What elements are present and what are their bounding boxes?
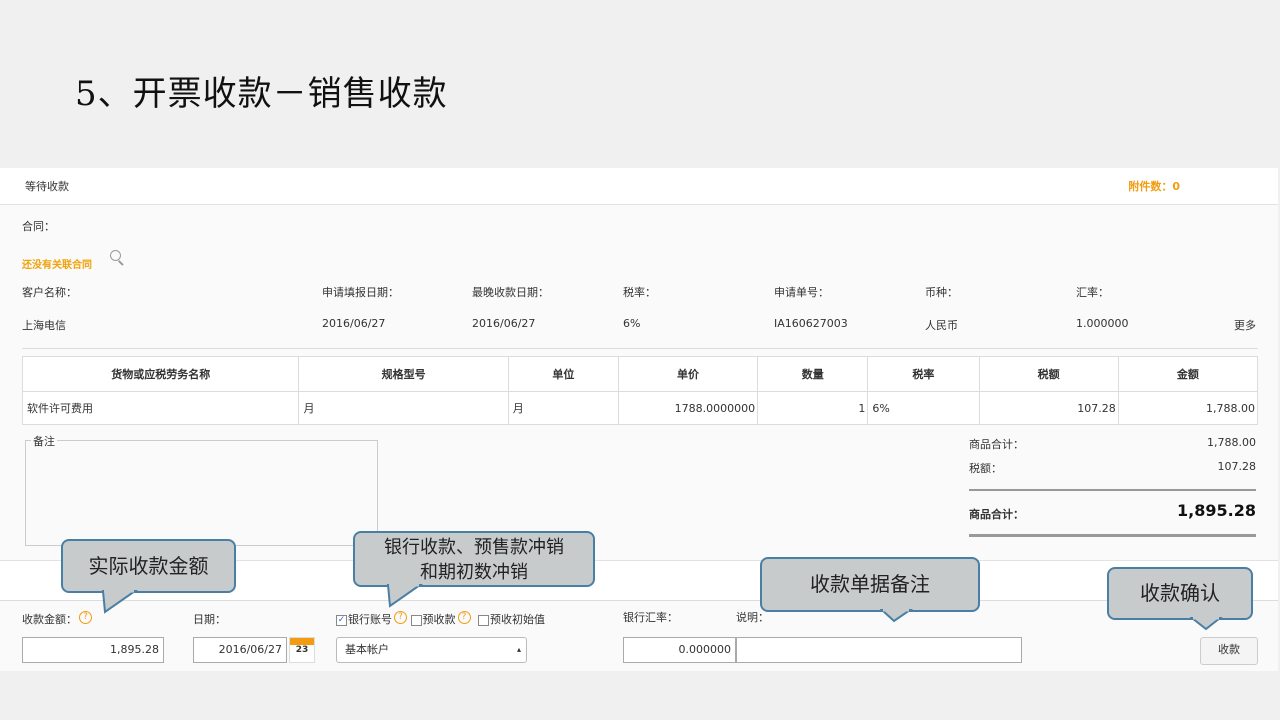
help-icon[interactable]: ? [457,611,471,624]
column-header: 单价 [617,356,759,392]
account-select-value: 基本帐户 [345,643,389,656]
checkbox-icon[interactable] [410,614,422,626]
info-value-tax-rate: 6% [623,317,641,330]
info-label-tax-rate: 税率： [623,286,656,299]
column-header: 规格型号 [298,356,509,392]
divider [22,348,1258,349]
callout-bank-line2: 和期初数冲销 [420,562,528,583]
info-value-apply-no: IA160627003 [774,317,848,330]
goods-total-value: 1,788.00 [1207,436,1256,449]
column-header: 货物或应税劳务名称 [21,356,300,392]
callout-memo-text: 收款单据备注 [810,572,930,596]
info-value-exchange: 1.000000 [1076,317,1129,330]
info-value-due-date: 2016/06/27 [472,317,536,330]
summary-divider [969,489,1256,491]
callout-pointer [880,609,914,623]
search-icon[interactable] [110,250,121,261]
column-header: 数量 [757,356,869,392]
callout-confirm-text: 收款确认 [1140,581,1220,605]
info-label-customer: 客户名称： [22,286,77,299]
note-input[interactable] [736,637,1022,663]
info-label-currency: 币种： [925,286,958,299]
payment-panel: 等待收款 附件数：0 合同： 还没有关联合同 客户名称： 申请填报日期： 最晚收… [0,168,1278,671]
callout-pointer [386,584,424,608]
cell-amount: 1,788.00 [1117,391,1259,425]
info-value-customer: 上海电信 [22,319,66,332]
attachment-count[interactable]: 附件数：0 [1128,178,1180,194]
contract-link[interactable]: 还没有关联合同 [22,256,92,271]
cell-tax-rate: 6% [867,391,980,425]
callout-pointer [1190,617,1223,631]
column-header: 金额 [1117,356,1259,392]
panel-header: 等待收款 附件数：0 [0,168,1278,205]
tax-total-label: 税额： [969,462,1002,475]
bank-rate-label: 银行汇率： [623,611,678,624]
cell-spec: 月 [298,391,509,425]
date-input[interactable]: 2016/06/27 [193,637,287,663]
contract-label: 合同： [22,220,55,233]
grand-total-label: 商品合计： [969,508,1024,521]
callout-bank-line1: 银行收款、预售款冲销 [384,537,564,558]
column-header: 单位 [507,356,619,392]
bank-account-option[interactable]: ✓ 银行账号? 预收款? 预收初始值 [336,611,545,627]
callout-memo: 收款单据备注 [760,557,980,612]
slide-title: 5、开票收款－销售收款 [75,74,448,114]
receive-button[interactable]: 收款 [1200,637,1258,665]
more-link[interactable]: 更多 [1234,317,1256,333]
callout-pointer [101,590,139,614]
info-label-apply-date: 申请填报日期： [322,286,399,299]
column-header: 税额 [978,356,1119,392]
calendar-icon[interactable]: 23 [289,637,315,663]
checkbox-checked-icon[interactable]: ✓ [336,614,347,626]
callout-amount: 实际收款金额 [61,539,236,593]
amount-input[interactable]: 1,895.28 [22,637,164,663]
info-label-exchange: 汇率： [1076,286,1109,299]
callout-amount-text: 实际收款金额 [88,554,209,578]
items-table: 货物或应税劳务名称 规格型号 单位 单价 数量 税率 税额 金额 软件许可费用 … [21,356,1259,425]
checkbox-icon[interactable] [478,614,489,626]
callout-confirm: 收款确认 [1107,567,1253,620]
memo-label: 备注 [31,433,57,449]
goods-total-label: 商品合计： [969,438,1024,451]
info-value-apply-date: 2016/06/27 [322,317,386,330]
summary-divider-bottom [969,534,1256,537]
status-label: 等待收款 [25,180,69,193]
account-select[interactable]: 基本帐户 ▴ [336,637,527,663]
callout-bank: 银行收款、预售款冲销 和期初数冲销 [353,531,595,587]
memo-box[interactable] [25,440,378,546]
initial-value-label: 预收初始值 [490,613,545,626]
cell-tax-amount: 107.28 [978,391,1119,425]
bank-account-label: 银行账号 [348,613,392,626]
table-row: 软件许可费用 月 月 1788.0000000 1 6% 107.28 1,78… [21,391,1259,425]
help-icon[interactable]: ? [79,611,92,624]
amount-label: 收款金额：? [22,611,92,627]
presale-label: 预收款 [422,613,456,626]
payment-form: 收款金额：? 1,895.28 日期： 2016/06/27 23 ✓ 银行账号?… [0,600,1278,671]
cell-item-name: 软件许可费用 [21,391,300,425]
amount-label-text: 收款金额： [22,613,77,626]
date-label: 日期： [193,613,226,626]
grand-total-value: 1,895.28 [1177,501,1256,520]
select-arrow-icon: ▴ [516,645,521,654]
table-header-row: 货物或应税劳务名称 规格型号 单位 单价 数量 税率 税额 金额 [21,356,1259,392]
cell-unit-price: 1788.0000000 [617,391,759,425]
cell-unit: 月 [507,391,619,425]
bank-rate-input[interactable]: 0.000000 [623,637,736,663]
info-label-apply-no: 申请单号： [774,286,829,299]
tax-total-value: 107.28 [1217,460,1257,473]
column-header: 税率 [867,356,980,392]
cell-quantity: 1 [757,391,869,425]
info-value-currency: 人民币 [925,319,958,332]
calendar-day: 23 [295,645,309,655]
info-label-due-date: 最晚收款日期： [472,286,549,299]
help-icon[interactable]: ? [394,611,407,624]
